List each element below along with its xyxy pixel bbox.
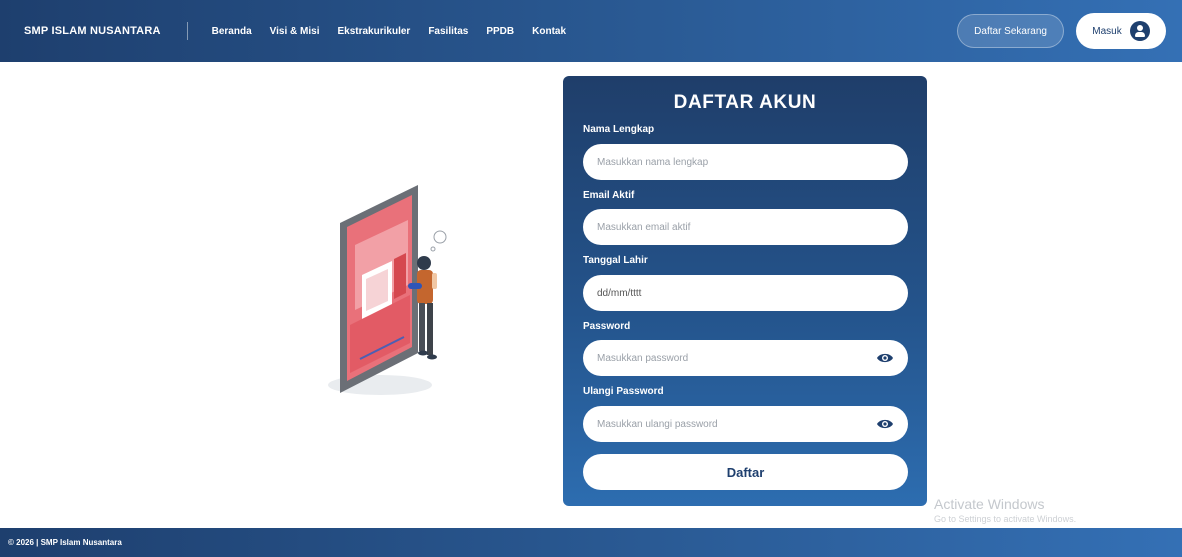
label-email: Email Aktif — [583, 190, 635, 201]
phone-person-illustration — [328, 185, 447, 395]
form-title: DAFTAR AKUN — [673, 92, 817, 113]
register-form-card: DAFTAR AKUN Nama Lengkap Masukkan nama l… — [563, 76, 927, 506]
email-placeholder: Masukkan email aktif — [597, 221, 691, 233]
password-placeholder: Masukkan password — [597, 352, 689, 364]
nav-link-visi-misi[interactable]: Visi & Misi — [270, 26, 320, 37]
confirm-password-input[interactable]: Masukkan ulangi password — [583, 406, 908, 442]
nav-actions: Daftar Sekarang Masuk — [957, 13, 1166, 49]
login-button[interactable]: Masuk — [1076, 13, 1166, 49]
label-full-name: Nama Lengkap — [583, 124, 655, 135]
label-birth-date: Tanggal Lahir — [583, 255, 648, 266]
register-now-button[interactable]: Daftar Sekarang — [957, 14, 1064, 48]
signup-illustration — [320, 175, 470, 405]
eye-icon[interactable] — [876, 418, 894, 430]
nav-link-beranda[interactable]: Beranda — [212, 26, 252, 37]
brand-name[interactable]: SMP ISLAM NUSANTARA — [24, 25, 161, 37]
email-input[interactable]: Masukkan email aktif — [583, 209, 908, 245]
user-circle-icon — [1129, 21, 1150, 41]
nav-divider — [186, 22, 188, 40]
birth-date-input[interactable]: dd/mm/tttt — [583, 275, 908, 311]
label-confirm-password: Ulangi Password — [583, 386, 664, 397]
top-navbar: SMP ISLAM NUSANTARA Beranda Visi & Misi … — [0, 0, 1182, 62]
page-footer: © 2026 | SMP Islam Nusantara — [0, 528, 1182, 557]
birth-date-value: dd/mm/tttt — [597, 287, 642, 299]
nav-link-fasilitas[interactable]: Fasilitas — [428, 26, 468, 37]
activate-windows-title: Activate Windows — [934, 496, 1045, 512]
nav-link-ppdb[interactable]: PPDB — [486, 26, 514, 37]
eye-icon[interactable] — [876, 352, 894, 364]
full-name-placeholder: Masukkan nama lengkap — [597, 156, 709, 168]
login-label: Masuk — [1092, 25, 1122, 37]
footer-copyright: © 2026 | SMP Islam Nusantara — [8, 538, 122, 547]
activate-windows-subtitle: Go to Settings to activate Windows. — [934, 514, 1077, 524]
password-input[interactable]: Masukkan password — [583, 340, 908, 376]
label-password: Password — [583, 321, 631, 332]
submit-register-button[interactable]: Daftar — [583, 454, 908, 490]
nav-links: Beranda Visi & Misi Ekstrakurikuler Fasi… — [212, 26, 566, 37]
full-name-input[interactable]: Masukkan nama lengkap — [583, 144, 908, 180]
nav-link-ekstrakurikuler[interactable]: Ekstrakurikuler — [337, 26, 410, 37]
nav-link-kontak[interactable]: Kontak — [532, 26, 566, 37]
confirm-password-placeholder: Masukkan ulangi password — [597, 418, 718, 430]
